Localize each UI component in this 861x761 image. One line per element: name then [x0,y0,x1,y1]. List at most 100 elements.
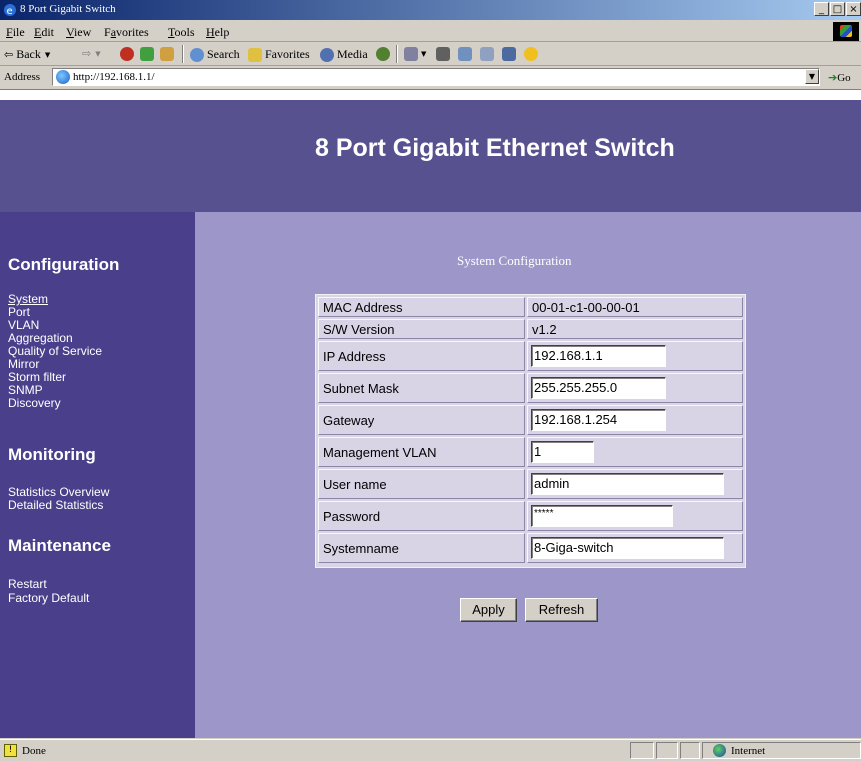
address-bar: Address http://192.168.1.1/ ▼ ➔Go [0,66,861,90]
nav-vlan[interactable]: VLAN [8,319,39,331]
section-maintenance: Maintenance [8,536,111,555]
ie-logo-icon: e [4,4,16,17]
nav-mirror[interactable]: Mirror [8,358,39,370]
history-icon [376,47,390,61]
status-bar: ! Done Internet [0,739,861,761]
nav-statistics-overview[interactable]: Statistics Overview [8,486,109,498]
system-config-table: MAC Address 00-01-c1-00-00-01 S/W Versio… [315,294,746,568]
refresh-button[interactable] [140,47,157,61]
media-icon [320,47,334,62]
page-icon [56,70,70,84]
nav-aggregation[interactable]: Aggregation [8,332,73,344]
management-vlan-label: Management VLAN [323,445,437,460]
nav-restart[interactable]: Restart [8,578,47,590]
table-row: IP Address 192.168.1.1 [318,341,743,371]
menu-edit[interactable]: Edit [34,25,54,40]
address-dropdown-button[interactable]: ▼ [805,69,819,84]
media-button[interactable]: Media [320,47,368,62]
table-row: Management VLAN 1 [318,437,743,467]
mac-value: 00-01-c1-00-00-01 [532,300,640,315]
sw-version-label: S/W Version [323,322,395,337]
nav-system[interactable]: System [8,293,48,305]
menu-bar: File Edit View Favorites Tools Help [0,21,861,42]
edit-button[interactable] [458,47,475,61]
status-pane [656,742,678,759]
zone-label: Internet [731,745,766,757]
svg-text:e: e [7,6,13,17]
chevron-down-icon: ▼ [421,50,427,58]
management-vlan-input[interactable]: 1 [531,441,594,463]
sidebar: Configuration System Port VLAN Aggregati… [0,212,195,738]
minimize-icon[interactable]: _ [814,2,829,16]
nav-port[interactable]: Port [8,306,30,318]
menu-favorites[interactable]: Favorites [104,25,149,40]
main-content: System Configuration MAC Address 00-01-c… [195,212,861,738]
user-name-input[interactable]: admin [531,473,724,495]
section-monitoring: Monitoring [8,445,96,464]
toolbar: ⇦ Back ▼ ⇨ ▼ Search Favorites Media ▼ [0,42,861,66]
menu-file[interactable]: File [6,25,25,40]
table-row: Gateway 192.168.1.254 [318,405,743,435]
refresh-button[interactable]: Refresh [525,598,598,622]
stop-icon [120,47,134,61]
history-button[interactable] [376,47,393,61]
nav-snmp[interactable]: SNMP [8,384,43,396]
forward-arrow-icon: ⇨ [82,47,92,60]
favorites-button[interactable]: Favorites [248,47,310,62]
print-button[interactable] [436,47,453,61]
go-arrow-icon: ➔ [828,71,838,84]
section-configuration: Configuration [8,255,120,274]
stop-button[interactable] [120,47,137,61]
window-title: 8 Port Gigabit Switch [20,3,116,15]
maximize-icon[interactable]: □ [830,2,845,16]
messenger-button[interactable] [502,47,519,61]
go-button[interactable]: ➔Go [828,71,851,84]
table-row: Systemname 8-Giga-switch [318,533,743,563]
subnet-mask-input[interactable]: 255.255.255.0 [531,377,666,399]
mac-label: MAC Address [323,300,403,315]
toolbar-separator [396,45,398,63]
password-input[interactable]: ***** [531,505,673,527]
gateway-label: Gateway [323,413,375,428]
window-controls: _ □ × [813,2,861,18]
close-icon[interactable]: × [846,2,861,16]
home-button[interactable] [160,47,177,61]
menu-help[interactable]: Help [206,25,229,40]
address-input[interactable]: http://192.168.1.1/ [52,68,820,86]
browser-window: e 8 Port Gigabit Switch _ □ × File Edit … [0,0,861,761]
address-url: http://192.168.1.1/ [73,71,155,83]
print-icon [436,47,450,61]
menu-view[interactable]: View [66,25,91,40]
chevron-down-icon: ▼ [44,50,51,59]
subnet-mask-label: Subnet Mask [323,381,399,396]
systemname-input[interactable]: 8-Giga-switch [531,537,724,559]
nav-discovery[interactable]: Discovery [8,397,61,409]
apply-button[interactable]: Apply [460,598,517,622]
favorites-icon [248,47,262,62]
password-label: Password [323,509,381,524]
nav-quality-of-service[interactable]: Quality of Service [8,345,102,357]
warning-icon: ! [4,744,17,757]
form-title: System Configuration [457,253,572,268]
menu-tools[interactable]: Tools [168,25,195,40]
discuss-button[interactable] [480,47,497,61]
sw-version-value: v1.2 [532,322,557,337]
table-row: Subnet Mask 255.255.255.0 [318,373,743,403]
nav-detailed-statistics[interactable]: Detailed Statistics [8,499,103,511]
search-button[interactable]: Search [190,47,240,62]
smiley-icon [524,47,538,61]
forward-button[interactable]: ⇨ ▼ [82,47,101,60]
smiley-button[interactable] [524,47,541,61]
title-bar: e 8 Port Gigabit Switch _ □ × [0,0,861,20]
gateway-input[interactable]: 192.168.1.254 [531,409,666,431]
table-row: S/W Version v1.2 [318,319,743,339]
ip-address-input[interactable]: 192.168.1.1 [531,345,666,367]
globe-icon [713,744,726,757]
mail-button[interactable]: ▼ [404,47,426,61]
nav-factory-default[interactable]: Factory Default [8,592,89,604]
systemname-label: Systemname [323,541,399,556]
nav-storm-filter[interactable]: Storm filter [8,371,66,383]
edit-icon [458,47,472,61]
table-row: User name admin [318,469,743,499]
back-button[interactable]: ⇦ Back ▼ [4,47,50,62]
